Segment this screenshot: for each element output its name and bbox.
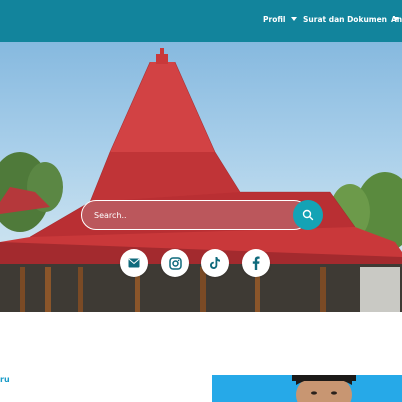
search-input[interactable]: [81, 200, 309, 230]
search-button[interactable]: [293, 200, 323, 230]
section-link-partial[interactable]: ru: [0, 375, 10, 384]
tiktok-icon: [210, 257, 220, 269]
top-navbar: Profil Surat dan Dokumen An: [0, 0, 402, 42]
instagram-icon: [168, 256, 182, 270]
instagram-link[interactable]: [161, 249, 189, 277]
facebook-icon: [252, 256, 260, 270]
tiktok-link[interactable]: [201, 249, 229, 277]
nav-item-surat-dan-dokumen[interactable]: Surat dan Dokumen: [303, 12, 400, 26]
search-icon: [302, 209, 314, 221]
facebook-link[interactable]: [242, 249, 270, 277]
profile-photo: [292, 375, 356, 402]
search-bar: [81, 200, 323, 230]
profile-card: [212, 375, 402, 402]
hero-background-image: [0, 48, 402, 312]
hero-banner: [0, 42, 402, 312]
nav-item-profil[interactable]: Profil: [263, 12, 298, 26]
email-link[interactable]: [120, 249, 148, 277]
email-icon: [128, 258, 140, 268]
nav-item-label: An: [391, 14, 402, 24]
caret-down-icon: [291, 17, 298, 21]
nav-item-label: Profil: [263, 14, 286, 24]
nav-item-truncated[interactable]: An: [391, 12, 402, 26]
nav-item-label: Surat dan Dokumen: [303, 14, 388, 24]
